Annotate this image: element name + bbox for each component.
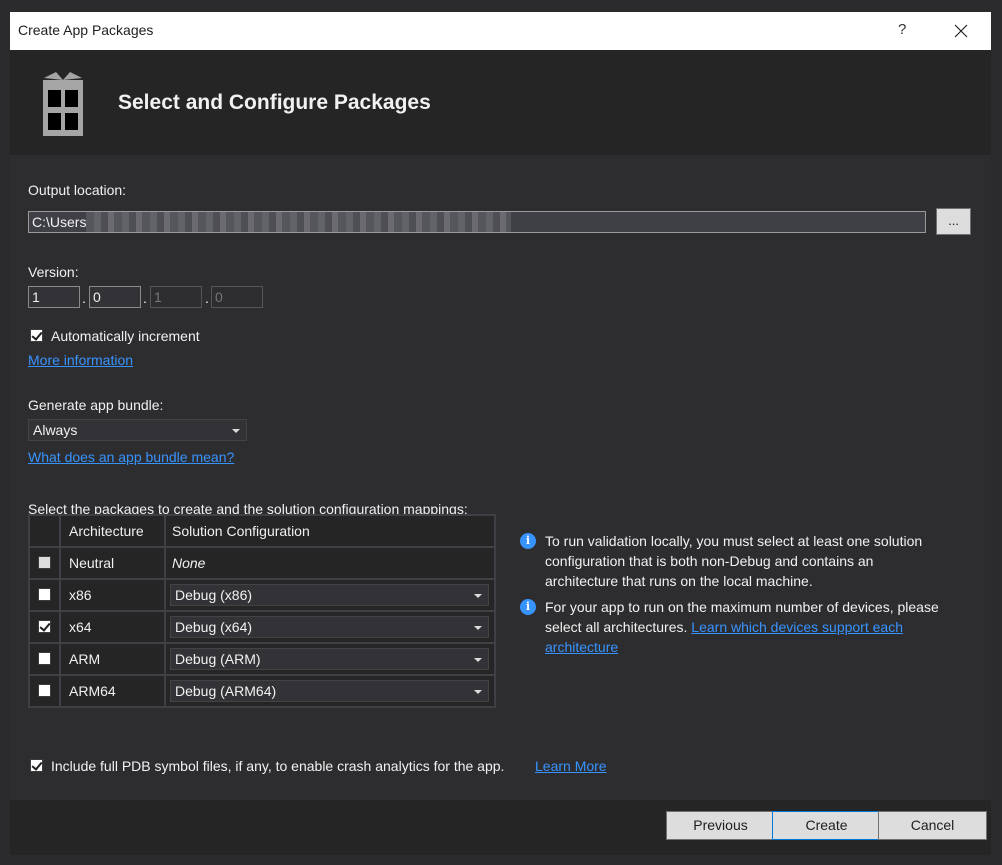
close-icon [954,24,968,38]
pdb-label: Include full PDB symbol files, if any, t… [51,758,505,774]
create-button[interactable]: Create [772,811,881,840]
info-icon: i [520,599,536,615]
neutral-checkbox [38,556,51,569]
app-bundle-help-link[interactable]: What does an app bundle mean? [28,449,234,465]
configuration-value: Debug (x86) [175,587,253,603]
output-location-input[interactable]: C:\Users [28,211,926,233]
pdb-learn-more-link[interactable]: Learn More [535,758,607,774]
footer: Previous Create Cancel [10,800,991,855]
configuration-cell: None [164,546,496,580]
version-build-input: 1 [150,286,202,308]
architecture-cell: Neutral [59,546,166,580]
arm-configuration-select[interactable]: Debug (ARM) [170,648,489,670]
info-icon: i [520,533,536,549]
packages-table: Architecture Solution Configuration Neut… [28,514,496,708]
redacted-path [86,212,511,232]
generate-bundle-select[interactable]: Always [28,419,247,441]
package-icon [43,72,83,136]
table-row: x64 Debug (x64) [28,610,496,644]
auto-increment-checkbox[interactable] [30,329,43,342]
arm64-configuration-select[interactable]: Debug (ARM64) [170,680,489,702]
architectures-info-text: For your app to run on the maximum numbe… [545,599,939,655]
title-bar: Create App Packages ? [10,12,991,50]
header-checkbox-col [28,514,61,548]
x86-checkbox[interactable] [38,588,51,601]
cancel-button[interactable]: Cancel [878,811,987,840]
table-row: x86 Debug (x86) [28,578,496,612]
table-row: ARM Debug (ARM) [28,642,496,676]
configuration-value: Debug (x64) [175,619,253,635]
x86-configuration-select[interactable]: Debug (x86) [170,584,489,606]
generate-bundle-value: Always [33,422,78,438]
header-architecture: Architecture [59,514,166,548]
arm-checkbox[interactable] [38,652,51,665]
arm64-checkbox[interactable] [38,684,51,697]
close-button[interactable] [950,20,972,42]
header: Select and Configure Packages [10,50,991,155]
auto-increment-label: Automatically increment [51,328,200,344]
table-row: Neutral None [28,546,496,580]
table-header-row: Architecture Solution Configuration [28,514,496,548]
version-separator: . [82,290,86,306]
content-area: Output location: C:\Users ... Version: 1… [10,155,991,800]
configuration-value: Debug (ARM) [175,651,261,667]
validation-info-text: To run validation locally, you must sele… [545,533,923,589]
output-location-label: Output location: [28,182,127,198]
validation-info: i To run validation locally, you must se… [520,531,940,593]
window-title: Create App Packages [18,22,154,38]
architecture-cell: ARM64 [59,674,166,708]
pdb-checkbox[interactable] [30,759,43,772]
version-revision-input: 0 [211,286,263,308]
generate-bundle-label: Generate app bundle: [28,397,164,413]
x64-configuration-select[interactable]: Debug (x64) [170,616,489,638]
output-path-prefix: C:\Users [32,214,87,230]
table-row: ARM64 Debug (ARM64) [28,674,496,708]
architectures-info: i For your app to run on the maximum num… [520,597,940,659]
version-minor-input[interactable]: 0 [89,286,141,308]
chevron-down-icon [474,626,482,630]
chevron-down-icon [474,658,482,662]
page-heading: Select and Configure Packages [118,91,431,114]
version-separator: . [205,290,209,306]
header-solution-configuration: Solution Configuration [164,514,496,548]
create-app-packages-dialog: Create App Packages ? Select and Configu… [10,12,991,855]
version-major-input[interactable]: 1 [28,286,80,308]
configuration-value: Debug (ARM64) [175,683,277,699]
browse-button[interactable]: ... [936,208,971,235]
previous-button[interactable]: Previous [666,811,775,840]
more-information-link[interactable]: More information [28,352,133,368]
architecture-cell: x64 [59,610,166,644]
version-label: Version: [28,264,79,280]
chevron-down-icon [474,690,482,694]
version-separator: . [143,290,147,306]
architecture-cell: ARM [59,642,166,676]
architecture-cell: x86 [59,578,166,612]
x64-checkbox[interactable] [38,620,51,633]
chevron-down-icon [232,429,240,433]
help-button[interactable]: ? [898,21,906,38]
chevron-down-icon [474,594,482,598]
